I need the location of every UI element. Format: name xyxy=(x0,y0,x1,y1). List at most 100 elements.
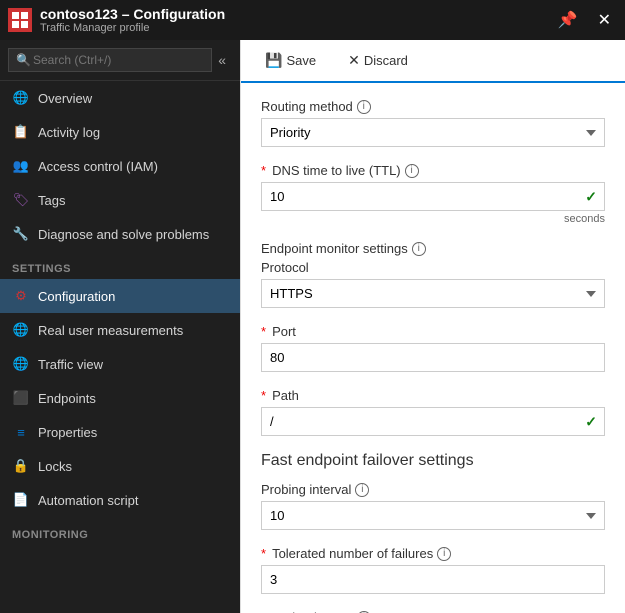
settings-section-label: SETTINGS xyxy=(0,251,240,279)
dns-ttl-check-icon: ✓ xyxy=(585,188,597,205)
sidebar-item-overview[interactable]: 🌐 Overview xyxy=(0,81,240,115)
sidebar: 🔍 « 🌐 Overview 📋 Activity log 👥 Access c… xyxy=(0,40,240,613)
sidebar-label-tags: Tags xyxy=(38,193,65,208)
search-bar: 🔍 « xyxy=(0,40,240,81)
tolerated-failures-input[interactable] xyxy=(261,565,605,594)
sidebar-label-locks: Locks xyxy=(38,459,72,474)
save-icon: 💾 xyxy=(265,52,282,69)
routing-method-select[interactable]: Priority Weighted Performance Geographic… xyxy=(261,118,605,147)
discard-button[interactable]: ✕ Discard xyxy=(340,48,416,73)
rum-icon: 🌐 xyxy=(12,321,30,339)
routing-method-label: Routing method i xyxy=(261,99,605,114)
people-icon: 👥 xyxy=(12,157,30,175)
right-panel: 💾 Save ✕ Discard Routing method i Priori… xyxy=(240,40,625,613)
path-check-icon: ✓ xyxy=(585,413,597,430)
sub-title: Traffic Manager profile xyxy=(40,22,552,34)
tolerated-failures-label: * Tolerated number of failures i xyxy=(261,546,605,561)
sidebar-item-traffic-view[interactable]: 🌐 Traffic view xyxy=(0,347,240,381)
main-title: contoso123 – Configuration xyxy=(40,6,552,22)
tolerated-failures-required: * xyxy=(261,546,266,561)
port-required: * xyxy=(261,324,266,339)
save-button[interactable]: 💾 Save xyxy=(257,48,324,73)
routing-method-group: Routing method i Priority Weighted Perfo… xyxy=(261,99,605,147)
sidebar-item-diagnose[interactable]: 🔧 Diagnose and solve problems xyxy=(0,217,240,251)
script-icon: 📄 xyxy=(12,491,30,509)
titlebar-controls: 📌 ✕ xyxy=(552,8,617,32)
probing-interval-select[interactable]: 10 30 xyxy=(261,501,605,530)
sidebar-label-properties: Properties xyxy=(38,425,97,440)
titlebar: contoso123 – Configuration Traffic Manag… xyxy=(0,0,625,40)
sidebar-item-tags[interactable]: 🏷 Tags xyxy=(0,183,240,217)
sidebar-label-traffic-view: Traffic view xyxy=(38,357,103,372)
dns-ttl-input[interactable] xyxy=(261,182,605,211)
collapse-button[interactable]: « xyxy=(212,48,232,72)
search-input[interactable] xyxy=(8,48,212,72)
sidebar-label-diagnose: Diagnose and solve problems xyxy=(38,227,209,242)
port-label: * Port xyxy=(261,324,605,339)
dns-ttl-input-wrap: ✓ xyxy=(261,182,605,211)
lock-icon: 🔒 xyxy=(12,457,30,475)
traffic-icon: 🌐 xyxy=(12,355,30,373)
sidebar-label-endpoints: Endpoints xyxy=(38,391,96,406)
probing-interval-group: Probing interval i 10 30 xyxy=(261,482,605,530)
save-label: Save xyxy=(286,53,316,68)
path-group: * Path ✓ xyxy=(261,388,605,436)
title-area: contoso123 – Configuration Traffic Manag… xyxy=(40,6,552,34)
fast-failover-group: Fast endpoint failover settings Probing … xyxy=(261,452,605,613)
app-icon xyxy=(8,8,32,32)
path-input-wrap: ✓ xyxy=(261,407,605,436)
config-icon: ⚙ xyxy=(12,287,30,305)
sidebar-item-activity-log[interactable]: 📋 Activity log xyxy=(0,115,240,149)
path-required: * xyxy=(261,388,266,403)
tag-icon: 🏷 xyxy=(12,191,30,209)
discard-icon: ✕ xyxy=(348,52,360,69)
main-layout: 🔍 « 🌐 Overview 📋 Activity log 👥 Access c… xyxy=(0,40,625,613)
protocol-label: Protocol xyxy=(261,260,605,275)
probing-interval-label: Probing interval i xyxy=(261,482,605,497)
sidebar-label-rum: Real user measurements xyxy=(38,323,183,338)
sidebar-item-access-control[interactable]: 👥 Access control (IAM) xyxy=(0,149,240,183)
endpoints-icon: ⬛ xyxy=(12,389,30,407)
sidebar-item-endpoints[interactable]: ⬛ Endpoints xyxy=(0,381,240,415)
sidebar-label-access-control: Access control (IAM) xyxy=(38,159,158,174)
routing-method-info-icon[interactable]: i xyxy=(357,100,371,114)
endpoint-monitor-label: Endpoint monitor settings i xyxy=(261,241,605,256)
sidebar-item-locks[interactable]: 🔒 Locks xyxy=(0,449,240,483)
sidebar-item-properties[interactable]: ≡ Properties xyxy=(0,415,240,449)
wrench-icon: 🔧 xyxy=(12,225,30,243)
protocol-group: Protocol HTTP HTTPS TCP xyxy=(261,260,605,308)
port-group: * Port xyxy=(261,324,605,372)
close-button[interactable]: ✕ xyxy=(592,8,617,32)
dns-ttl-group: * DNS time to live (TTL) i ✓ seconds xyxy=(261,163,605,225)
protocol-select[interactable]: HTTP HTTPS TCP xyxy=(261,279,605,308)
port-input[interactable] xyxy=(261,343,605,372)
globe-icon: 🌐 xyxy=(12,89,30,107)
probing-interval-info-icon[interactable]: i xyxy=(355,483,369,497)
toolbar: 💾 Save ✕ Discard xyxy=(241,40,625,83)
dns-ttl-label: * DNS time to live (TTL) i xyxy=(261,163,605,178)
discard-label: Discard xyxy=(364,53,408,68)
sidebar-label-activity-log: Activity log xyxy=(38,125,100,140)
fast-failover-heading: Fast endpoint failover settings xyxy=(261,452,605,470)
path-input[interactable] xyxy=(261,407,605,436)
pin-button[interactable]: 📌 xyxy=(552,8,584,32)
sidebar-label-automation: Automation script xyxy=(38,493,138,508)
bars-icon: ≡ xyxy=(12,423,30,441)
search-icon: 🔍 xyxy=(16,53,31,67)
path-label: * Path xyxy=(261,388,605,403)
list-icon: 📋 xyxy=(12,123,30,141)
endpoint-monitor-group: Endpoint monitor settings i Protocol HTT… xyxy=(261,241,605,436)
sidebar-label-configuration: Configuration xyxy=(38,289,115,304)
dns-ttl-hint: seconds xyxy=(261,213,605,225)
endpoint-monitor-info-icon[interactable]: i xyxy=(412,242,426,256)
dns-ttl-required: * xyxy=(261,163,266,178)
sidebar-label-overview: Overview xyxy=(38,91,92,106)
tolerated-failures-info-icon[interactable]: i xyxy=(437,547,451,561)
tolerated-failures-group: * Tolerated number of failures i xyxy=(261,546,605,594)
sidebar-item-automation-script[interactable]: 📄 Automation script xyxy=(0,483,240,517)
monitoring-section-label: MONITORING xyxy=(0,517,240,545)
sidebar-item-real-user-measurements[interactable]: 🌐 Real user measurements xyxy=(0,313,240,347)
form-area: Routing method i Priority Weighted Perfo… xyxy=(241,83,625,613)
sidebar-item-configuration[interactable]: ⚙ Configuration xyxy=(0,279,240,313)
dns-ttl-info-icon[interactable]: i xyxy=(405,164,419,178)
